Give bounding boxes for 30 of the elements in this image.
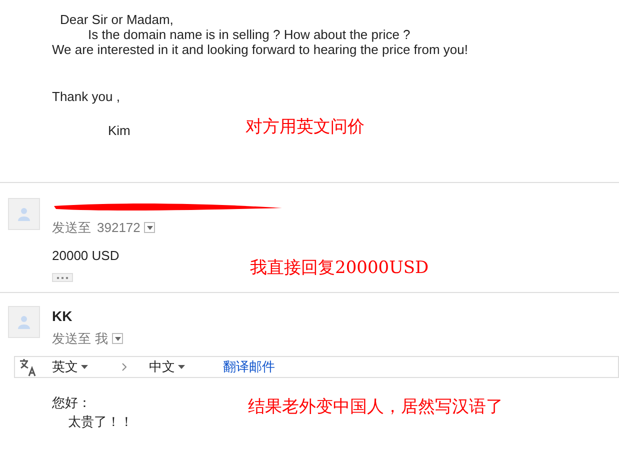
dropdown-button[interactable] bbox=[112, 333, 123, 344]
sender-name: KK bbox=[52, 307, 74, 326]
body-line: 太贵了！！ bbox=[67, 413, 134, 431]
recipient: 我 bbox=[95, 330, 108, 348]
translate-icon bbox=[18, 356, 38, 376]
thanks: Thank you , bbox=[51, 88, 121, 106]
target-language-dropdown[interactable]: 中文 bbox=[149, 356, 185, 376]
body-line: 您好： bbox=[52, 394, 92, 412]
caret-icon bbox=[178, 364, 185, 368]
signature: Kim bbox=[108, 122, 130, 140]
message-text: We are interested in it and looking forward to hearing the price from you! bbox=[51, 42, 469, 57]
annotation: 我直接回复20000USD bbox=[250, 256, 429, 280]
person-icon bbox=[17, 315, 31, 329]
caret-icon bbox=[81, 364, 88, 368]
recipient: 392172 bbox=[97, 219, 140, 237]
caret-icon bbox=[146, 226, 153, 230]
annotation: 对方用英文问价 bbox=[245, 116, 364, 138]
recipient-label: 发送至 bbox=[52, 219, 91, 237]
reply-body: 20000 USD bbox=[52, 246, 120, 264]
chevron-right-icon bbox=[122, 362, 127, 370]
dropdown-button[interactable] bbox=[144, 222, 156, 234]
caret-icon bbox=[114, 336, 120, 341]
source-language-dropdown[interactable]: 英文 bbox=[52, 356, 88, 376]
greeting: Dear Sir or Madam, bbox=[59, 12, 174, 27]
question: Is the domain name is in selling ? How about the price ? bbox=[87, 27, 412, 42]
translate-link[interactable]: 翻译邮件 bbox=[223, 356, 275, 376]
person-icon bbox=[17, 207, 31, 221]
annotation: 结果老外变中国人，居然写汉语了 bbox=[248, 396, 503, 418]
show-trimmed-button[interactable] bbox=[52, 273, 73, 282]
recipient-label: 发送至 bbox=[52, 330, 91, 348]
